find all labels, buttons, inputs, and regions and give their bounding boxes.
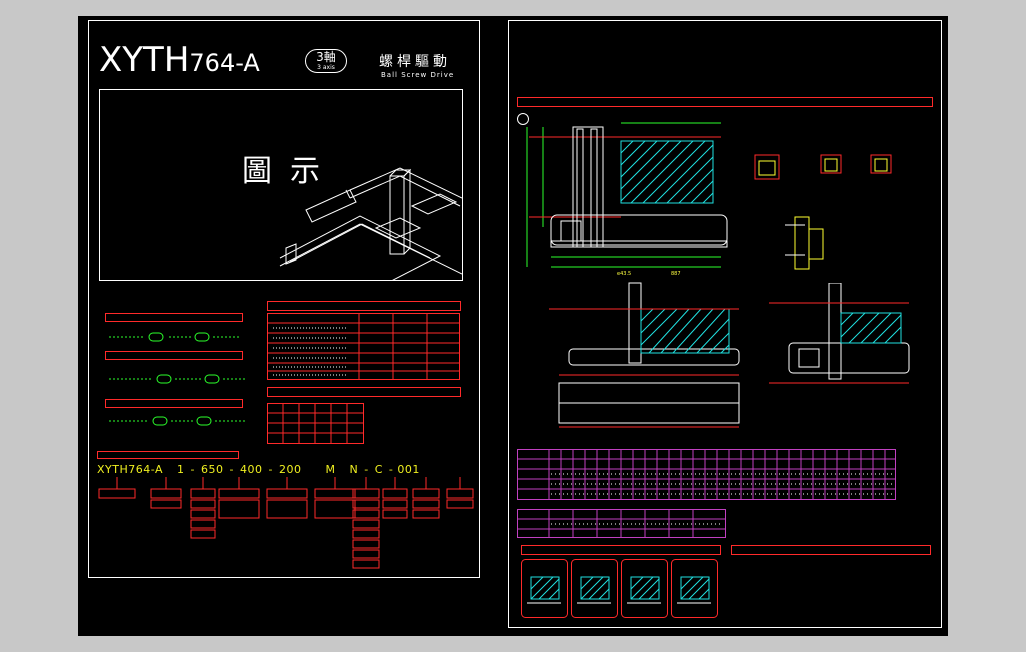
isometric-gantry-sketch <box>279 167 462 280</box>
spec-line-3 <box>109 415 249 427</box>
drawing-canvas[interactable]: XYTH764-A 3軸 3 axis 螺桿驅動 Ball Screw Driv… <box>78 16 948 636</box>
dim-bottom-right: 887 <box>671 271 681 277</box>
right-sheet: e43.5 887 <box>508 20 942 628</box>
spec-row-3 <box>105 399 243 408</box>
accessories-bar <box>731 545 931 555</box>
left-sheet: XYTH764-A 3軸 3 axis 螺桿驅動 Ball Screw Driv… <box>88 20 480 578</box>
drive-en: Ball Screw Drive <box>381 71 455 79</box>
spec-row-2 <box>105 351 243 360</box>
drive-cn: 螺桿驅動 <box>379 54 451 70</box>
right-title-bar <box>517 97 933 107</box>
order-code: XYTH764-A 1-650-400-200 M N - C -001 <box>97 463 420 476</box>
spec-table-footer <box>267 387 461 397</box>
dim-bottom-left: e43.5 <box>617 271 631 277</box>
installation-icons <box>521 559 718 618</box>
installation-direction-bar <box>521 545 721 555</box>
spec-line-1 <box>109 331 245 343</box>
axis-badge: 3軸 3 axis <box>305 49 347 73</box>
spec-table-header <box>267 301 461 311</box>
end-view-drawing <box>769 283 910 384</box>
figure-box: 圖示 <box>99 89 463 281</box>
order-code-boxes <box>98 477 474 569</box>
detail-sections <box>754 154 892 270</box>
stroke-table <box>517 449 896 538</box>
side-view-drawing: e43.5 887 <box>526 122 728 277</box>
order-header <box>97 451 239 459</box>
axis-badge-text: 3軸 <box>316 50 336 64</box>
axis-badge-sub: 3 axis <box>317 64 335 71</box>
spec-row-1 <box>105 313 243 322</box>
small-spec-table <box>267 403 364 444</box>
model-title: XYTH764-A <box>99 40 260 80</box>
spec-line-2 <box>109 373 249 385</box>
front-view-drawing <box>549 282 740 428</box>
spec-table <box>267 313 460 380</box>
